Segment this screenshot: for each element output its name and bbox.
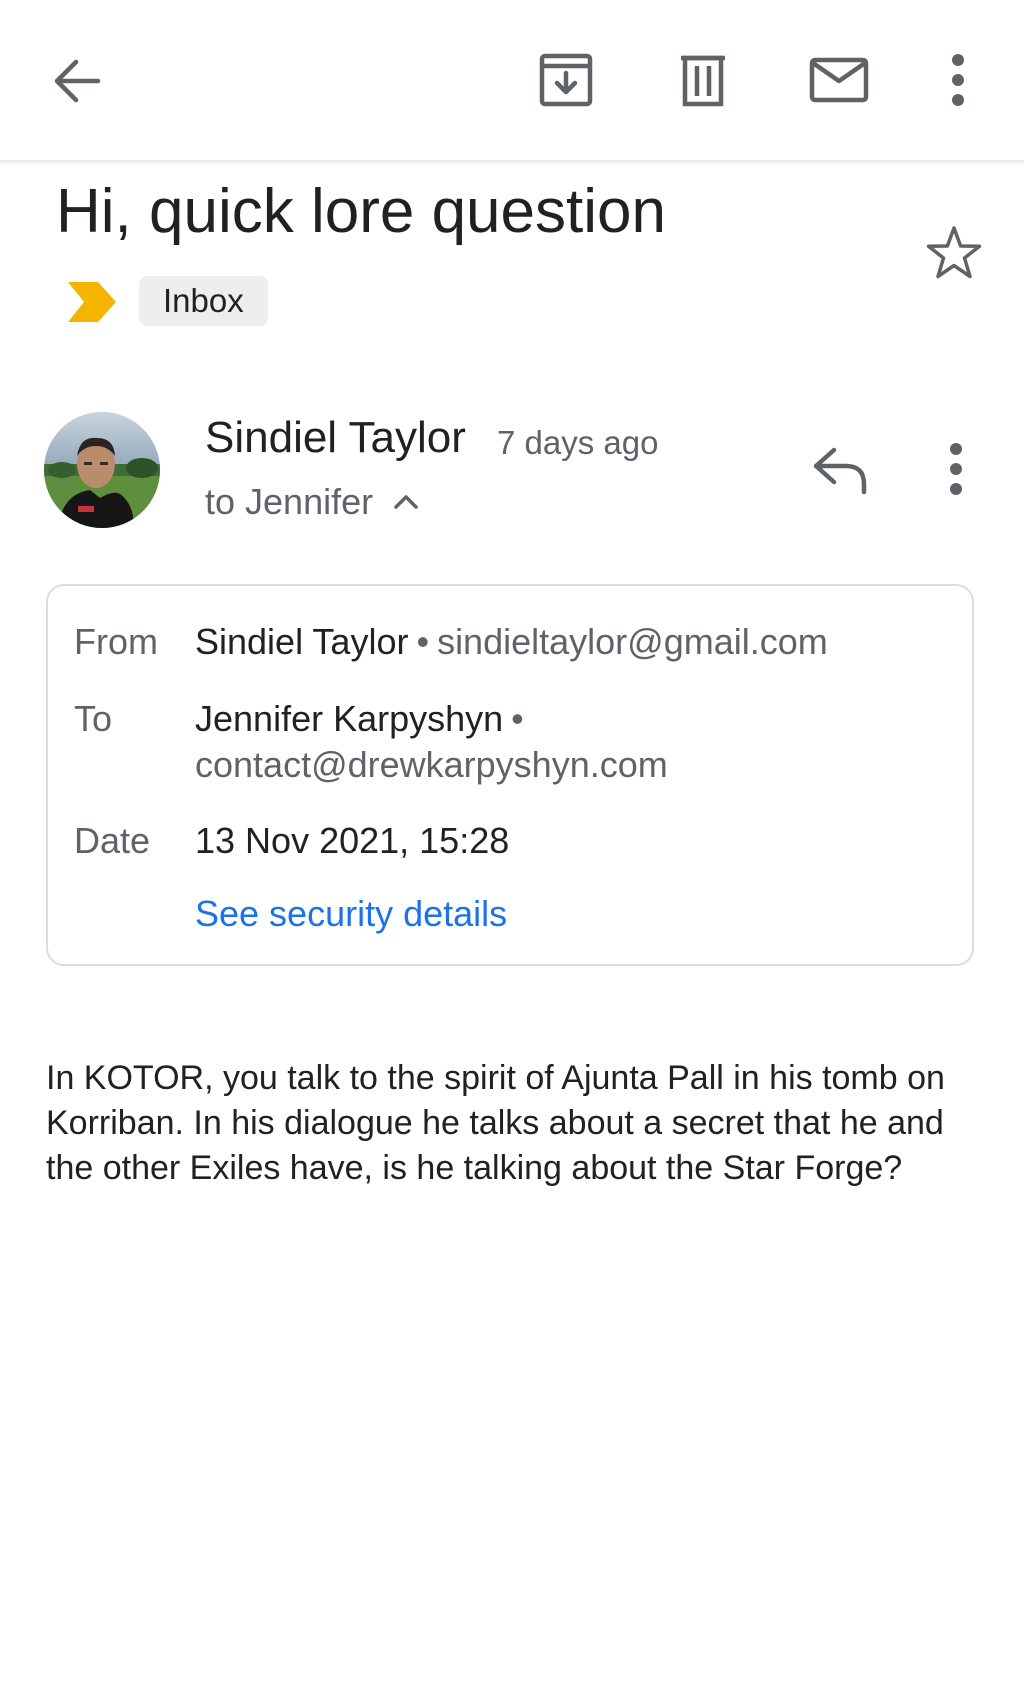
message-more-button[interactable] — [946, 442, 970, 498]
sender-avatar[interactable] — [44, 412, 160, 528]
recipient-summary-toggle[interactable]: to Jennifer — [205, 478, 419, 526]
mark-unread-button[interactable] — [808, 56, 870, 104]
email-subject: Hi, quick lore question — [56, 177, 666, 246]
chevron-up-icon — [393, 494, 419, 510]
message-details-card: From Sindiel Taylor • sindieltaylor@gmail.… — [46, 584, 974, 966]
sent-time: 7 days ago — [497, 424, 659, 461]
trash-icon — [681, 55, 725, 107]
sender-name[interactable]: Sindiel Taylor — [205, 410, 466, 466]
star-icon — [926, 226, 982, 279]
delete-button[interactable] — [678, 50, 728, 110]
from-label: From — [74, 621, 158, 662]
back-button[interactable] — [48, 52, 106, 110]
separator-dot: • — [416, 621, 430, 662]
from-email[interactable]: sindieltaylor@gmail.com — [437, 621, 828, 662]
reply-button[interactable] — [812, 446, 870, 496]
importance-marker-icon — [68, 282, 116, 322]
label-chip-inbox[interactable]: Inbox — [139, 276, 268, 326]
to-email[interactable]: contact@drewkarpyshyn.com — [195, 742, 668, 788]
envelope-icon — [809, 57, 869, 103]
from-name: Sindiel Taylor — [195, 621, 409, 662]
date-label: Date — [74, 820, 151, 861]
more-vert-icon — [950, 443, 962, 495]
top-toolbar — [0, 0, 1024, 161]
archive-icon — [539, 53, 593, 107]
date-value: 13 Nov 2021, 15:28 — [195, 820, 510, 861]
star-button[interactable] — [922, 222, 986, 286]
email-body: In KOTOR, you talk to the spirit of Ajun… — [46, 1059, 945, 1187]
from-value: Sindiel Taylor • sindieltaylor@gmail.com — [195, 619, 828, 665]
security-details-link[interactable]: See security details — [195, 891, 507, 937]
arrow-left-icon — [54, 59, 101, 103]
to-label: To — [74, 698, 113, 739]
more-vert-icon — [952, 54, 964, 106]
to-name: Jennifer Karpyshyn — [195, 698, 504, 739]
reply-icon — [813, 447, 867, 495]
more-options-button[interactable] — [946, 52, 970, 108]
archive-button[interactable] — [536, 50, 596, 110]
recipient-summary: to Jennifer — [205, 481, 374, 522]
separator-dot: • — [511, 698, 524, 739]
to-value: Jennifer Karpyshyn • — [195, 696, 532, 742]
